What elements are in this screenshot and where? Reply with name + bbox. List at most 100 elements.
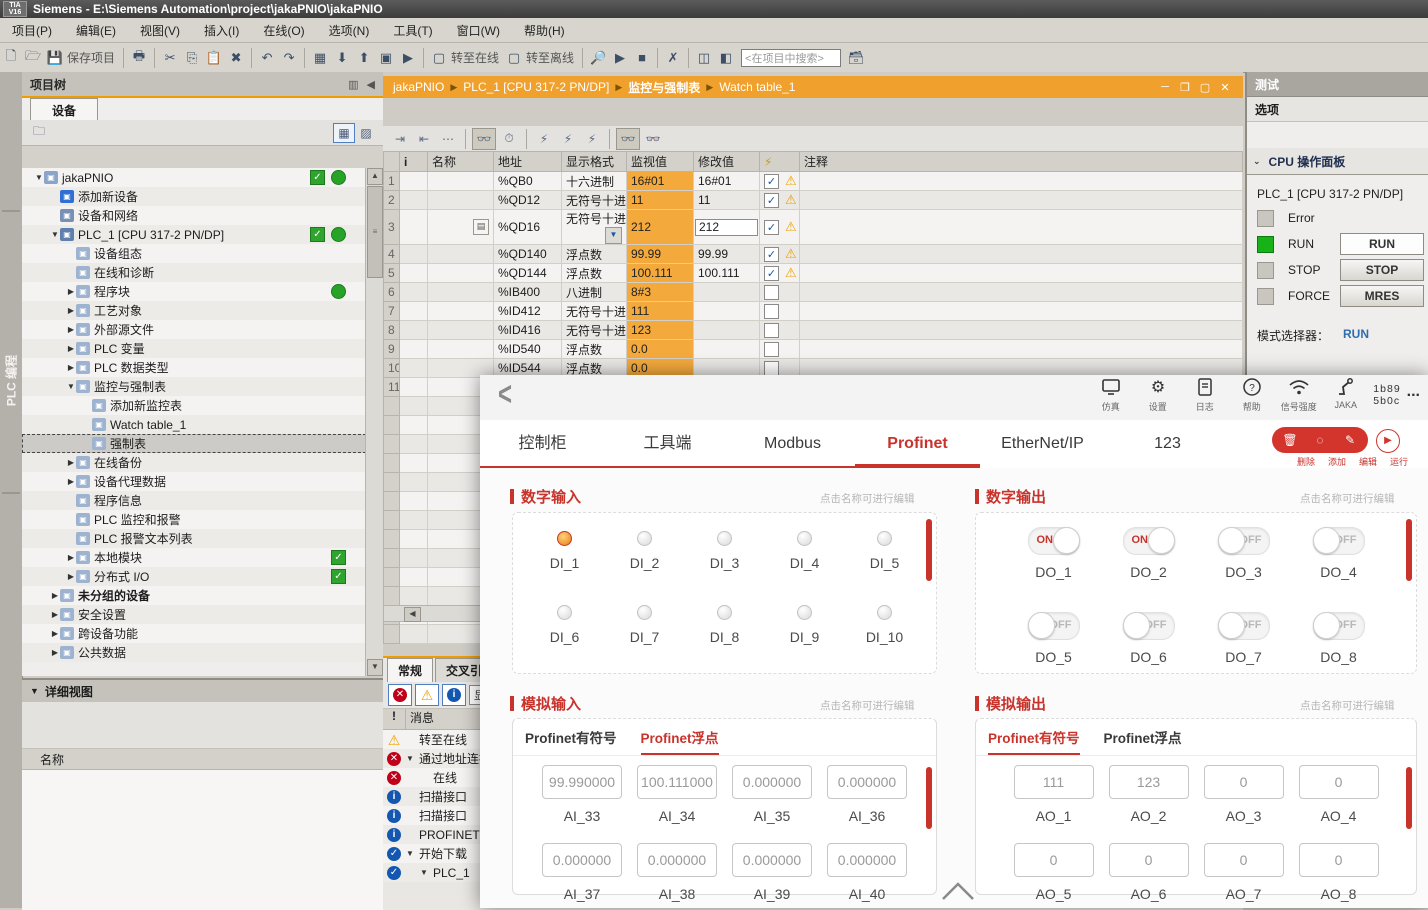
restore-icon[interactable]: ❐ (1177, 81, 1193, 94)
col-modify[interactable]: 修改值 (694, 152, 760, 172)
row-name-cell[interactable] (428, 264, 494, 283)
toggle-knob-icon[interactable] (1313, 612, 1340, 639)
row-address-cell[interactable]: %IB400 (494, 283, 562, 302)
channel-DI_3[interactable]: DI_3 (685, 531, 765, 571)
row-name-cell[interactable] (428, 340, 494, 359)
channel-label[interactable]: DI_3 (685, 555, 765, 571)
channel-DO_4[interactable]: OFFDO_4 (1291, 527, 1386, 580)
chevron-right-icon[interactable]: ▶ (66, 458, 76, 467)
do-toggle[interactable]: OFF (1218, 612, 1270, 640)
tab-devices[interactable]: 设备 (30, 98, 98, 121)
breadcrumb-part[interactable]: 监控与强制表 (628, 79, 700, 96)
col-comment[interactable]: 注释 (800, 152, 1243, 172)
add-row-icon[interactable]: ⇤ (413, 129, 435, 149)
chevron-right-icon[interactable]: ▶ (66, 325, 76, 334)
row-comment-cell[interactable] (800, 264, 1243, 283)
channel-AO_7[interactable]: 0AO_7 (1196, 843, 1291, 902)
jaka-tab-ethernetip[interactable]: EtherNet/IP (980, 420, 1105, 468)
row-address-cell[interactable]: %ID412 (494, 302, 562, 321)
tree-item-监控与强制表[interactable]: ▼▣监控与强制表 (22, 377, 366, 396)
tree-item-公共数据[interactable]: ▶▣公共数据 (22, 643, 366, 662)
modify-checkbox[interactable] (764, 342, 779, 357)
channel-label[interactable]: DI_6 (525, 629, 605, 645)
row-address-cell[interactable]: %ID540 (494, 340, 562, 359)
open-project-icon[interactable]: 🗁 (23, 48, 43, 68)
tree-item-安全设置[interactable]: ▶▣安全设置 (22, 605, 366, 624)
tree-item-jakaPNIO[interactable]: ▼▣jakaPNIO✓ (22, 168, 366, 187)
row-modify-cell[interactable]: 11 (694, 191, 760, 210)
row-comment-cell[interactable] (800, 245, 1243, 264)
tree-item-PLC-报警文本列表[interactable]: ▣PLC 报警文本列表 (22, 529, 366, 548)
channel-label[interactable]: DI_1 (525, 555, 605, 571)
row-modify-cell[interactable] (694, 321, 760, 340)
modify-checkbox[interactable] (764, 304, 779, 319)
row-flag-cell[interactable]: ✓⚠ (760, 264, 800, 283)
mres-button[interactable]: MRES (1340, 285, 1424, 307)
start-cpu-icon[interactable]: ▶ (610, 48, 630, 68)
pin-pane-icon[interactable]: ▥ (348, 78, 358, 91)
channel-label[interactable]: DI_8 (685, 629, 765, 645)
chevron-right-icon[interactable]: ▶ (66, 306, 76, 315)
do-toggle[interactable]: OFF (1218, 527, 1270, 555)
tree-item-跨设备功能[interactable]: ▶▣跨设备功能 (22, 624, 366, 643)
tree-item-Watch-table_1[interactable]: ▣Watch table_1 (22, 415, 366, 434)
tree-item-PLC-数据类型[interactable]: ▶▣PLC 数据类型 (22, 358, 366, 377)
add-folder-icon[interactable]: 🗀 (28, 123, 50, 143)
channel-label[interactable]: DI_2 (605, 555, 685, 571)
channel-label[interactable]: AI_38 (630, 886, 725, 902)
modify-value-input[interactable]: 212 (695, 219, 758, 236)
go-offline-label[interactable]: 转至离线 (526, 49, 574, 66)
channel-label[interactable]: DI_5 (845, 555, 925, 571)
tree-item-设备组态[interactable]: ▣设备组态 (22, 244, 366, 263)
row-flag-cell[interactable] (760, 340, 800, 359)
channel-AO_1[interactable]: 111AO_1 (1006, 765, 1101, 824)
row-name-cell[interactable] (428, 302, 494, 321)
channel-label[interactable]: DO_7 (1196, 649, 1291, 665)
channel-DI_4[interactable]: DI_4 (765, 531, 845, 571)
menu-item[interactable]: 帮助(H) (512, 18, 577, 43)
watch-table-row[interactable]: 2%QD12无符号十进制1111✓⚠ (384, 191, 1243, 210)
watch-table-row[interactable]: 9%ID540浮点数0.0 (384, 340, 1243, 359)
channel-AO_2[interactable]: 123AO_2 (1101, 765, 1196, 824)
chevron-down-icon[interactable]: ▼ (34, 173, 44, 182)
modify-checkbox[interactable] (764, 361, 779, 376)
channel-AI_40[interactable]: 0.000000AI_40 (820, 843, 915, 902)
channel-DI_5[interactable]: DI_5 (845, 531, 925, 571)
modify-checkbox[interactable]: ✓ (764, 266, 779, 281)
ao-value[interactable]: 0 (1109, 843, 1189, 877)
row-address-cell[interactable]: %ID416 (494, 321, 562, 340)
do-toggle[interactable]: OFF (1123, 612, 1175, 640)
toggle-knob-icon[interactable] (1218, 527, 1245, 554)
watch-table-row[interactable]: 7%ID412无符号十进制111 (384, 302, 1243, 321)
scroll-down-icon[interactable]: ▼ (367, 659, 383, 676)
simulation-button[interactable]: 仿真 (1087, 377, 1134, 413)
menu-item[interactable]: 工具(T) (381, 18, 444, 43)
details-view-icon[interactable]: ▦ (333, 123, 355, 143)
row-format-cell[interactable]: 浮点数 (562, 264, 627, 283)
split-editor-horizontal-icon[interactable]: ◫ (694, 48, 714, 68)
expand-icon[interactable]: ▼ (405, 754, 415, 763)
row-format-cell[interactable]: 无符号十进制 (562, 191, 627, 210)
chevron-right-icon[interactable]: ▶ (66, 344, 76, 353)
row-comment-cell[interactable] (800, 321, 1243, 340)
menu-item[interactable]: 视图(V) (128, 18, 192, 43)
ao-value[interactable]: 0 (1299, 843, 1379, 877)
download-to-device-icon[interactable]: ⬇ (332, 48, 352, 68)
scroll-up-icon[interactable]: ▲ (367, 168, 383, 185)
format-dropdown-icon[interactable]: ▼ (605, 227, 622, 244)
jaka-tab-modbus[interactable]: Modbus (730, 420, 855, 468)
new-project-icon[interactable]: 🗋 (1, 48, 21, 68)
run-button[interactable]: RUN (1340, 233, 1424, 255)
tree-item-强制表[interactable]: ▣强制表 (22, 434, 366, 453)
row-name-cell[interactable] (428, 283, 494, 302)
tree-item-添加新设备[interactable]: ▣添加新设备 (22, 187, 366, 206)
channel-label[interactable]: AI_35 (725, 808, 820, 824)
col-format[interactable]: 显示格式 (562, 152, 627, 172)
do-toggle[interactable]: OFF (1028, 612, 1080, 640)
watch-table-row[interactable]: 4%QD140浮点数99.9999.99✓⚠ (384, 245, 1243, 264)
do-toggle[interactable]: OFF (1313, 612, 1365, 640)
channel-label[interactable]: AO_6 (1101, 886, 1196, 902)
channel-AI_38[interactable]: 0.000000AI_38 (630, 843, 725, 902)
row-format-cell[interactable]: 无符号十进制▼ (562, 210, 627, 245)
collapse-pane-icon[interactable]: ◀ (367, 78, 375, 91)
